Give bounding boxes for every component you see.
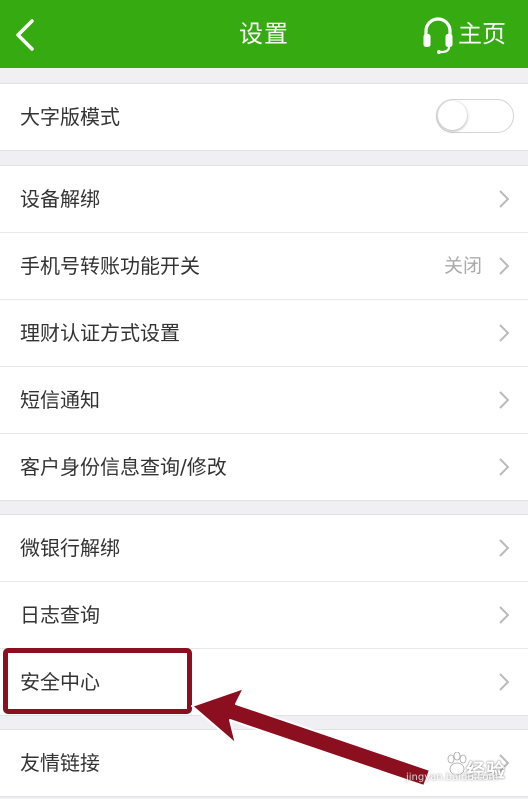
- row-label: 大字版模式: [20, 105, 120, 129]
- chevron-right-icon: [499, 391, 510, 409]
- toggle-knob: [438, 101, 467, 130]
- header-bar: 设置 主页: [0, 0, 528, 68]
- row-label: 理财认证方式设置: [20, 321, 180, 345]
- chevron-right-icon: [499, 190, 510, 208]
- row-label: 设备解绑: [20, 187, 100, 211]
- back-button[interactable]: [6, 8, 54, 60]
- chevron-right-icon: [499, 539, 510, 557]
- wealth-auth-settings-row[interactable]: 理财认证方式设置: [0, 300, 528, 367]
- sms-notification-row[interactable]: 短信通知: [0, 367, 528, 434]
- home-button[interactable]: 主页: [420, 10, 524, 58]
- large-font-toggle[interactable]: [436, 99, 514, 133]
- chevron-left-icon: [16, 19, 34, 51]
- phone-transfer-switch-row[interactable]: 手机号转账功能开关 关闭: [0, 233, 528, 300]
- chevron-right-icon: [499, 754, 510, 772]
- group-security: 微银行解绑 日志查询 安全中心: [0, 514, 528, 716]
- row-label: 安全中心: [20, 670, 100, 694]
- device-unbind-row[interactable]: 设备解绑: [0, 166, 528, 233]
- row-value: 关闭: [443, 255, 482, 277]
- row-label: 日志查询: [20, 603, 100, 627]
- security-center-row[interactable]: 安全中心: [0, 649, 528, 715]
- chevron-right-icon: [499, 606, 510, 624]
- row-label: 短信通知: [20, 388, 100, 412]
- chevron-right-icon: [499, 257, 510, 275]
- group-account: 设备解绑 手机号转账功能开关 关闭 理财认证方式设置 短信通知 客户身份信息查询…: [0, 165, 528, 501]
- customer-identity-row[interactable]: 客户身份信息查询/修改: [0, 434, 528, 500]
- friendly-links-row[interactable]: 友情链接: [0, 730, 528, 796]
- wechat-bank-unbind-row[interactable]: 微银行解绑: [0, 515, 528, 582]
- row-label: 客户身份信息查询/修改: [20, 455, 227, 479]
- log-query-row[interactable]: 日志查询: [0, 582, 528, 649]
- chevron-right-icon: [499, 324, 510, 342]
- chevron-right-icon: [499, 458, 510, 476]
- home-label: 主页: [458, 20, 506, 48]
- row-label: 微银行解绑: [20, 536, 120, 560]
- headset-icon: [423, 17, 453, 54]
- group-links: 友情链接: [0, 729, 528, 797]
- chevron-right-icon: [499, 673, 510, 691]
- row-label: 手机号转账功能开关: [20, 254, 200, 278]
- row-label: 友情链接: [20, 751, 100, 775]
- group-display: 大字版模式: [0, 83, 528, 151]
- large-font-mode-row: 大字版模式: [0, 84, 528, 150]
